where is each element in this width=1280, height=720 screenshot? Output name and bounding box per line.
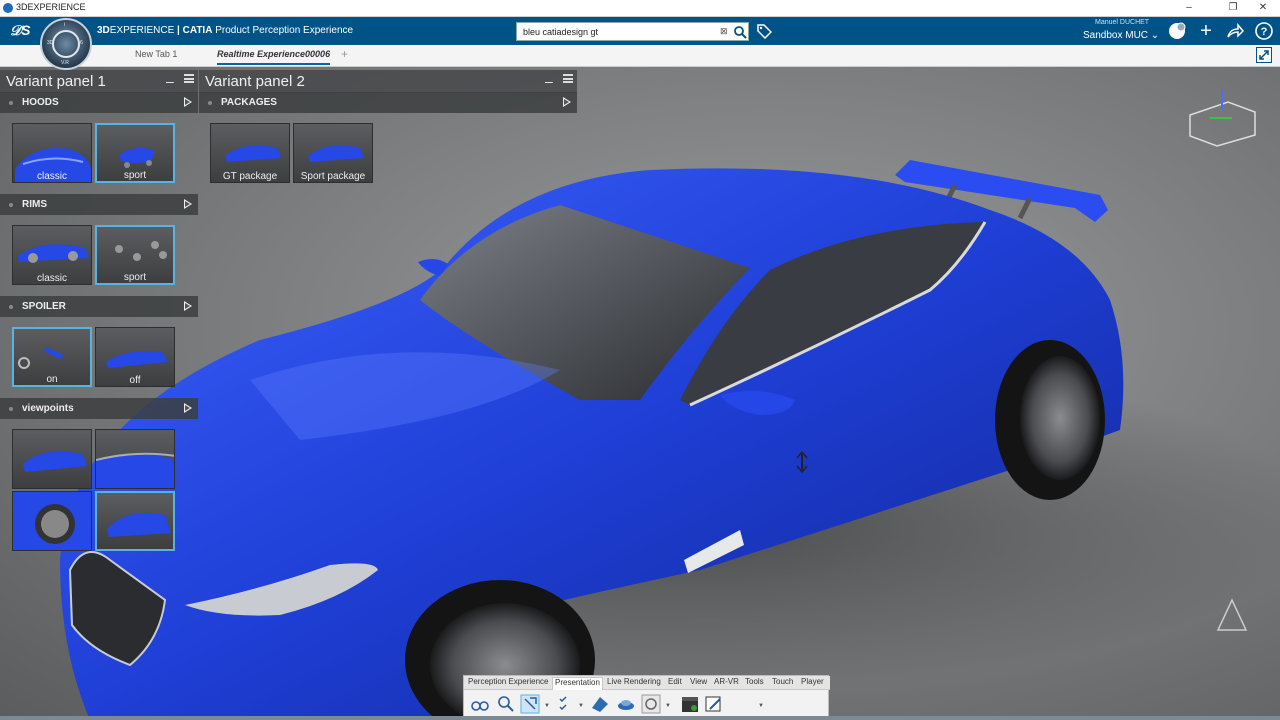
tab-bar: New Tab 1 Realtime Experience00006 +	[0, 45, 1280, 67]
variant-spoiler-on[interactable]: on	[12, 327, 92, 387]
car-model[interactable]	[0, 67, 1280, 720]
tab-ar-vr[interactable]: AR-VR	[712, 677, 741, 690]
window-title: 3DEXPERIENCE	[16, 2, 86, 12]
tab-player[interactable]: Player	[799, 677, 826, 690]
tab-new-tab-1[interactable]: New Tab 1	[135, 49, 177, 65]
tab-perception-experience[interactable]: Perception Experience	[466, 677, 551, 690]
minimize-panel-icon[interactable]: –	[166, 70, 174, 93]
app-icon	[3, 3, 13, 13]
panel-menu-icon[interactable]	[563, 74, 573, 83]
tab-view[interactable]: View	[688, 677, 709, 690]
variant-spoiler-off[interactable]: off	[95, 327, 175, 387]
tab-edit[interactable]: Edit	[666, 677, 684, 690]
section-packages[interactable]: PACKAGES	[199, 92, 577, 113]
window-titlebar: 3DEXPERIENCE – ❐ ✕	[0, 0, 1280, 17]
user-name[interactable]: Manuel DUCHET	[1095, 19, 1149, 26]
help-icon[interactable]: ?	[1254, 21, 1274, 41]
tag-icon[interactable]	[756, 23, 772, 39]
minimize-panel-icon[interactable]: –	[545, 70, 553, 93]
svg-text:?: ?	[1261, 26, 1268, 38]
play-icon[interactable]	[184, 301, 192, 311]
section-rims[interactable]: RIMS	[0, 194, 198, 215]
compass-icon[interactable]: i 3D 6 V.R	[40, 18, 92, 70]
close-button[interactable]: ✕	[1250, 0, 1276, 16]
search-box[interactable]: ⊠	[516, 22, 749, 41]
share-icon[interactable]	[1226, 21, 1244, 41]
selection-tool-icon[interactable]	[520, 694, 540, 714]
top-bar: 𝒟S 3DEXPERIENCE | CATIA Product Percepti…	[0, 17, 1280, 45]
turntable-icon[interactable]	[616, 694, 636, 714]
play-icon[interactable]	[184, 403, 192, 413]
3d-viewport[interactable]: Variant panel 1 – HOODS classic sport RI…	[0, 67, 1280, 720]
section-hoods[interactable]: HOODS	[0, 92, 198, 113]
variant-rims-sport[interactable]: sport	[95, 225, 175, 285]
material-icon[interactable]	[590, 694, 610, 714]
binoculars-icon[interactable]	[470, 694, 490, 714]
chevron-down-icon[interactable]: ▼	[544, 703, 550, 709]
search-icon[interactable]	[733, 25, 747, 39]
tab-presentation[interactable]: Presentation	[552, 677, 603, 690]
clapperboard-icon[interactable]	[680, 694, 700, 714]
view-cube-icon	[1189, 90, 1256, 147]
ds-logo-icon: 𝒟S	[10, 22, 31, 38]
viewpoint-thumb-3[interactable]	[12, 491, 92, 551]
section-viewpoints[interactable]: viewpoints	[0, 398, 198, 419]
tab-realtime-experience[interactable]: Realtime Experience00006	[217, 49, 331, 65]
variant-panel-2-title: Variant panel 2 –	[199, 70, 577, 93]
search-input[interactable]	[517, 23, 717, 40]
chevron-down-icon[interactable]: ▼	[665, 703, 671, 709]
play-icon[interactable]	[184, 97, 192, 107]
variant-panel-1-title: Variant panel 1 –	[0, 70, 198, 93]
variant-hoods-sport[interactable]: sport	[95, 123, 175, 183]
tab-touch[interactable]: Touch	[770, 677, 795, 690]
variant-rims-classic[interactable]: classic	[12, 225, 92, 285]
add-icon[interactable]: +	[1197, 21, 1215, 41]
fullscreen-icon[interactable]	[1256, 47, 1272, 63]
tab-live-rendering[interactable]: Live Rendering	[605, 677, 663, 690]
tab-tools[interactable]: Tools	[743, 677, 766, 690]
rotate-icon[interactable]	[641, 694, 661, 714]
panel-menu-icon[interactable]	[184, 74, 194, 83]
maximize-button[interactable]: ❐	[1220, 0, 1246, 16]
status-strip	[0, 716, 1280, 720]
chevron-down-icon[interactable]: ▼	[758, 703, 764, 709]
section-spoiler[interactable]: SPOILER	[0, 296, 198, 317]
collab-space-selector[interactable]: Sandbox MUC ⌄	[1083, 30, 1159, 41]
minimize-button[interactable]: –	[1176, 0, 1202, 16]
chevron-down-icon[interactable]: ▼	[578, 703, 584, 709]
user-compass-icon[interactable]	[1167, 21, 1187, 41]
app-brand: 3DEXPERIENCE | CATIA Product Perception …	[97, 25, 354, 36]
variant-gt-package[interactable]: GT package	[210, 123, 290, 183]
action-bar: Perception Experience Presentation Live …	[463, 675, 830, 718]
variant-hoods-classic[interactable]: classic	[12, 123, 92, 183]
viewpoint-thumb-2[interactable]	[95, 429, 175, 489]
checklist-icon[interactable]	[556, 694, 576, 714]
play-icon[interactable]	[563, 97, 571, 107]
clear-search-icon[interactable]: ⊠	[720, 26, 730, 37]
play-icon[interactable]	[184, 199, 192, 209]
viewpoint-thumb-1[interactable]	[12, 429, 92, 489]
edit-scene-icon[interactable]	[704, 694, 724, 714]
action-bar-tabs: Perception Experience Presentation Live …	[464, 676, 830, 690]
zoom-icon[interactable]	[496, 694, 516, 714]
add-tab-icon[interactable]: +	[341, 47, 348, 61]
variant-sport-package[interactable]: Sport package	[293, 123, 373, 183]
viewpoint-thumb-4[interactable]	[95, 491, 175, 551]
